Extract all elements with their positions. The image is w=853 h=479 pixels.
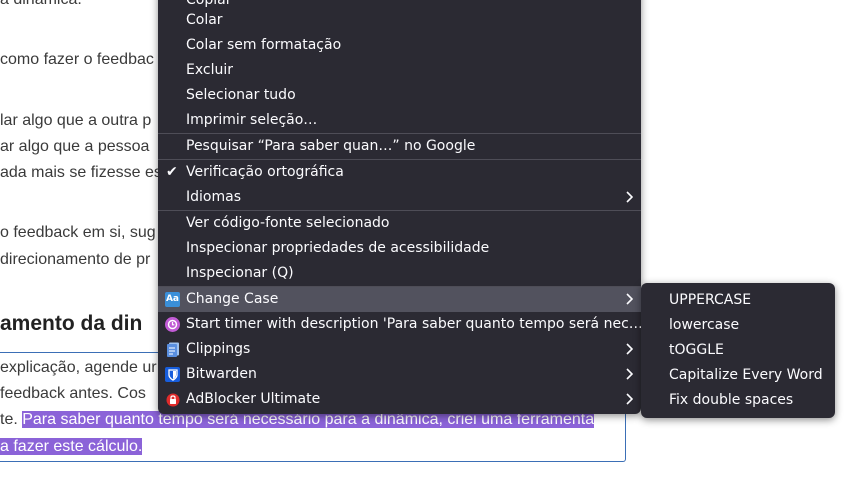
menu-item-label: Colar sem formatação <box>186 37 342 53</box>
menu-item-adblocker[interactable]: AdBlocker Ultimate <box>158 387 641 412</box>
doc-line: ar algo que a pessoa <box>0 138 150 155</box>
change-case-submenu: UPPERCASE lowercase tOGGLE Capitalize Ev… <box>641 283 835 418</box>
menu-item-label: Inspecionar (Q) <box>186 265 294 281</box>
selected-text: a fazer este cálculo. <box>0 438 143 455</box>
editor-text: te. <box>0 411 23 428</box>
menu-item-select-all[interactable]: Selecionar tudo <box>158 83 641 108</box>
menu-item-bitwarden[interactable]: Bitwarden <box>158 362 641 387</box>
submenu-item-lowercase[interactable]: lowercase <box>641 313 835 338</box>
editor-line: explicação, agende ur <box>0 359 157 376</box>
menu-item-languages[interactable]: Idiomas <box>158 185 641 210</box>
menu-item-label: Verificação ortográfica <box>186 164 344 180</box>
menu-item-label: Imprimir seleção… <box>186 112 318 128</box>
menu-item-search-google[interactable]: Pesquisar “Para saber quan…” no Google <box>158 134 641 159</box>
menu-item-label: Selecionar tudo <box>186 87 296 103</box>
menu-item-label: AdBlocker Ultimate <box>186 391 321 407</box>
menu-item-inspect[interactable]: Inspecionar (Q) <box>158 261 641 286</box>
menu-item-label: Colar <box>186 12 223 28</box>
menu-item-change-case[interactable]: Aa Change Case <box>158 287 641 312</box>
context-menu: Copiar Colar Colar sem formatação Exclui… <box>158 0 641 414</box>
adblocker-icon <box>165 392 180 407</box>
menu-item-label: Excluir <box>186 62 233 78</box>
doc-line: lar algo que a outra p <box>0 112 152 129</box>
section-heading: amento da din <box>0 312 143 335</box>
menu-item-paste[interactable]: Colar <box>158 8 641 33</box>
menu-item-label: Pesquisar “Para saber quan…” no Google <box>186 138 476 154</box>
submenu-item-label: Capitalize Every Word <box>669 367 823 383</box>
menu-item-label: Copiar <box>186 0 232 8</box>
clippings-icon <box>165 342 180 357</box>
submenu-item-fix-spaces[interactable]: Fix double spaces <box>641 388 835 413</box>
menu-item-label: Start timer with description 'Para saber… <box>186 316 641 332</box>
chevron-right-icon <box>623 362 635 387</box>
menu-item-view-source[interactable]: Ver código-fonte selecionado <box>158 211 641 236</box>
editor-line: feedback antes. Cos <box>0 385 146 402</box>
menu-item-label: Clippings <box>186 341 251 357</box>
doc-line: como fazer o feedbac <box>0 51 154 68</box>
menu-item-print-selection[interactable]: Imprimir seleção… <box>158 108 641 133</box>
menu-item-label: Change Case <box>186 291 279 307</box>
menu-item-label: Idiomas <box>186 189 241 205</box>
menu-item-clippings[interactable]: Clippings <box>158 337 641 362</box>
menu-item-label: Bitwarden <box>186 366 257 382</box>
doc-line: direcionamento de pr <box>0 251 151 268</box>
change-case-icon: Aa <box>165 292 180 307</box>
menu-item-delete[interactable]: Excluir <box>158 58 641 83</box>
chevron-right-icon <box>623 337 635 362</box>
submenu-item-uppercase[interactable]: UPPERCASE <box>641 288 835 313</box>
menu-item-inspect-accessibility[interactable]: Inspecionar propriedades de acessibilida… <box>158 236 641 261</box>
submenu-item-label: Fix double spaces <box>669 392 794 408</box>
checkmark-icon: ✔ <box>166 164 178 180</box>
timer-icon <box>165 317 180 332</box>
doc-line: ada mais se fizesse es <box>0 164 162 181</box>
submenu-item-toggle[interactable]: tOGGLE <box>641 338 835 363</box>
chevron-right-icon <box>623 185 635 210</box>
chevron-right-icon <box>623 387 635 412</box>
bitwarden-icon <box>165 367 180 382</box>
submenu-item-label: UPPERCASE <box>669 292 752 308</box>
editor-line: a fazer este cálculo. <box>0 437 143 457</box>
chevron-right-icon <box>623 287 635 312</box>
submenu-item-label: tOGGLE <box>669 342 724 358</box>
menu-item-start-timer[interactable]: Start timer with description 'Para saber… <box>158 312 641 337</box>
menu-item-spellcheck[interactable]: ✔ Verificação ortográfica <box>158 160 641 185</box>
menu-item-label: Ver código-fonte selecionado <box>186 215 390 231</box>
doc-line: o feedback em si, sug <box>0 224 156 241</box>
doc-line: a dinâmica. <box>0 0 82 10</box>
menu-item-label: Inspecionar propriedades de acessibilida… <box>186 240 490 256</box>
submenu-item-label: lowercase <box>669 317 740 333</box>
submenu-item-capitalize[interactable]: Capitalize Every Word <box>641 363 835 388</box>
menu-item-paste-plain[interactable]: Colar sem formatação <box>158 33 641 58</box>
